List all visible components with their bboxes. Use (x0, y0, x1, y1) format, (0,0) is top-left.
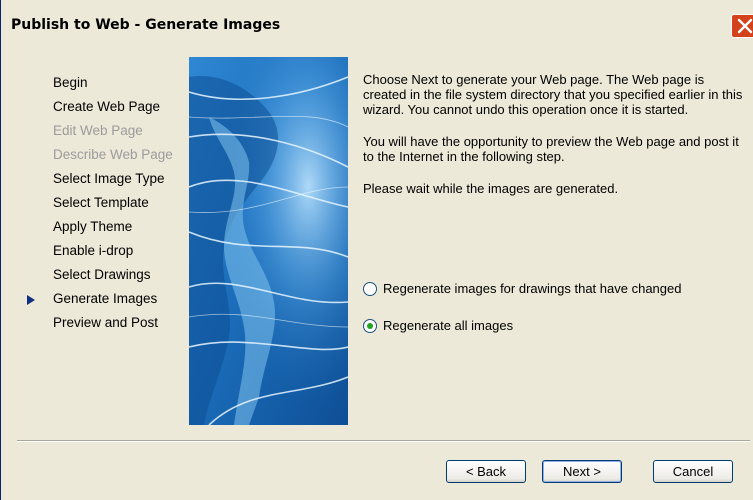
radio-button[interactable] (363, 318, 377, 333)
radio-regenerate-all[interactable]: Regenerate all images (363, 316, 513, 336)
step-label: Edit Web Page (53, 123, 143, 138)
step-select-drawings: Select Drawings (19, 263, 173, 287)
radio-label[interactable]: Regenerate all images (383, 318, 513, 333)
title-bar[interactable]: Publish to Web - Generate Images (1, 0, 753, 52)
preview-info-paragraph: You will have the opportunity to preview… (363, 134, 739, 164)
step-apply-theme: Apply Theme (19, 215, 173, 239)
close-icon (737, 18, 753, 34)
wizard-steps: Begin Create Web Page Edit Web Page Desc… (19, 71, 173, 335)
step-label: Select Drawings (53, 267, 151, 282)
instruction-paragraph: Choose Next to generate your Web page. T… (363, 72, 743, 117)
radio-label[interactable]: Regenerate images for drawings that have… (383, 281, 681, 296)
content-text: Choose Next to generate your Web page. T… (363, 72, 743, 213)
next-button[interactable]: Next > (542, 460, 622, 483)
step-label: Describe Web Page (53, 147, 173, 162)
wizard-banner-image (189, 57, 348, 425)
cancel-button[interactable]: Cancel (653, 460, 733, 483)
dialog-window: Publish to Web - Generate Images Begin C… (0, 0, 753, 500)
current-step-arrow-icon (27, 295, 35, 305)
globe-banner-graphic (189, 57, 348, 425)
radio-button[interactable] (363, 281, 377, 296)
step-preview-and-post: Preview and Post (19, 311, 173, 335)
separator (17, 440, 750, 442)
back-button[interactable]: < Back (446, 460, 526, 483)
step-label: Preview and Post (53, 315, 159, 330)
wait-paragraph: Please wait while the images are generat… (363, 181, 619, 196)
close-button[interactable] (731, 14, 753, 38)
step-label: Enable i-drop (53, 243, 134, 258)
window-title: Publish to Web - Generate Images (11, 17, 281, 33)
step-begin: Begin (19, 71, 173, 95)
radio-regenerate-changed[interactable]: Regenerate images for drawings that have… (363, 279, 681, 299)
step-label: Begin (53, 75, 88, 90)
radio-selected-dot (367, 322, 373, 329)
step-select-template: Select Template (19, 191, 173, 215)
step-edit-web-page: Edit Web Page (19, 119, 173, 143)
step-label: Generate Images (53, 291, 158, 306)
step-label: Create Web Page (53, 99, 161, 114)
step-label: Select Image Type (53, 171, 165, 186)
step-describe-web-page: Describe Web Page (19, 143, 173, 167)
step-create-web-page: Create Web Page (19, 95, 173, 119)
step-label: Apply Theme (53, 219, 133, 234)
step-label: Select Template (53, 195, 149, 210)
step-select-image-type: Select Image Type (19, 167, 173, 191)
step-enable-i-drop: Enable i-drop (19, 239, 173, 263)
step-generate-images: Generate Images (19, 287, 173, 311)
